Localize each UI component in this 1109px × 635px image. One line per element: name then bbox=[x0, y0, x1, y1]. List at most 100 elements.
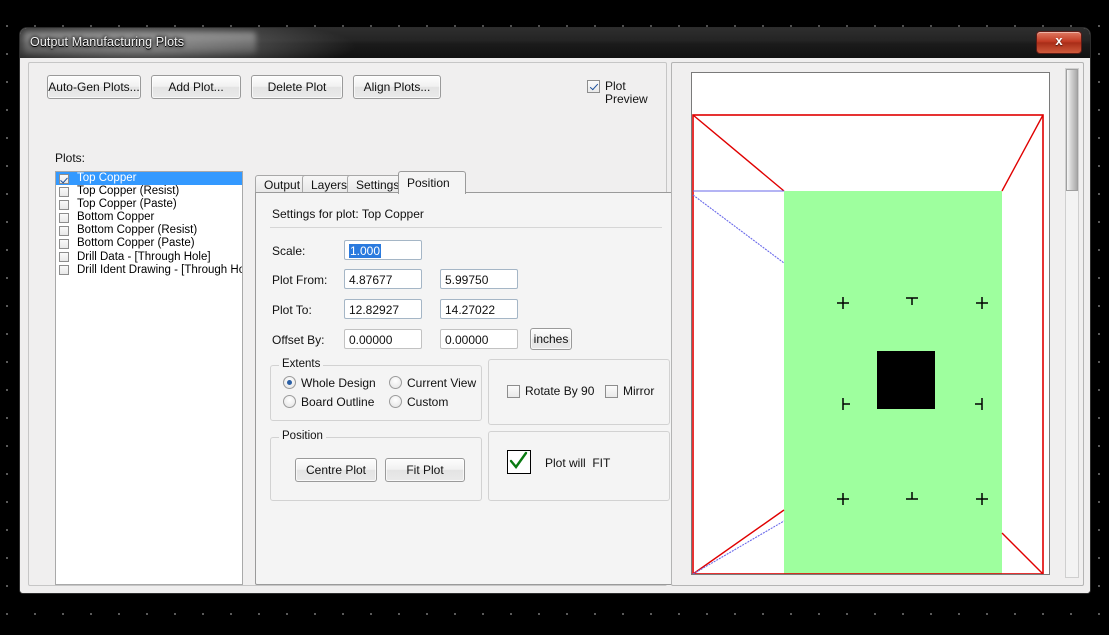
radio-board-outline[interactable]: Board Outline bbox=[283, 395, 374, 409]
position-group: Position Centre Plot Fit Plot bbox=[270, 430, 482, 501]
preview-canvas-wrap bbox=[678, 68, 1062, 578]
position-group-title: Position bbox=[279, 430, 326, 442]
radio-label: Board Outline bbox=[301, 395, 375, 409]
radio-current-view[interactable]: Current View bbox=[389, 376, 476, 390]
radio-label: Custom bbox=[407, 395, 449, 409]
diagonal-bottom-left bbox=[692, 509, 785, 574]
list-item-checkbox[interactable] bbox=[59, 173, 69, 184]
output-manufacturing-plots-window: Output Manufacturing Plots x Auto-Gen Pl… bbox=[20, 28, 1090, 593]
radio-dot bbox=[283, 376, 296, 389]
list-item[interactable]: Drill Ident Drawing - [Through Hole] bbox=[56, 264, 242, 277]
list-item-label: Bottom Copper bbox=[77, 211, 155, 224]
plot-from-label: Plot From: bbox=[272, 273, 328, 287]
checkbox-box bbox=[507, 385, 520, 398]
list-item-label: Drill Ident Drawing - [Through Hole] bbox=[77, 263, 243, 276]
list-item-label: Drill Data - [Through Hole] bbox=[77, 250, 211, 263]
plot-preview-label: Plot Preview bbox=[605, 79, 648, 106]
list-item-checkbox[interactable] bbox=[59, 186, 69, 197]
plot-from-y-input[interactable]: 5.99750 bbox=[440, 269, 518, 289]
mirror-label: Mirror bbox=[623, 384, 655, 398]
plot-to-label: Plot To: bbox=[272, 303, 312, 317]
checkbox-box bbox=[587, 80, 600, 93]
list-item[interactable]: Bottom Copper (Paste) bbox=[56, 237, 242, 250]
radio-custom[interactable]: Custom bbox=[389, 395, 448, 409]
preview-sheet bbox=[691, 72, 1050, 575]
settings-for-plot-heading: Settings for plot: Top Copper bbox=[272, 207, 424, 221]
diagonal-top-right bbox=[1001, 114, 1044, 192]
fit-status-label: Plot will FIT bbox=[545, 456, 611, 470]
tab-position[interactable]: Position bbox=[398, 171, 466, 194]
scale-value: 1.000 bbox=[349, 244, 382, 258]
extents-group-title: Extents bbox=[279, 358, 324, 370]
align-plots-button[interactable]: Align Plots... bbox=[353, 75, 441, 99]
plots-list-label: Plots: bbox=[55, 151, 86, 165]
check-icon bbox=[509, 451, 528, 469]
list-item[interactable]: Top Copper bbox=[56, 172, 242, 186]
window-client-area: Auto-Gen Plots... Add Plot... Delete Plo… bbox=[20, 58, 1090, 593]
list-item-checkbox[interactable] bbox=[59, 212, 69, 223]
list-item-checkbox[interactable] bbox=[59, 238, 69, 249]
scale-label: Scale: bbox=[272, 244, 306, 258]
rotate-by-90-checkbox[interactable]: Rotate By 90 bbox=[507, 385, 594, 398]
rotate-label: Rotate By 90 bbox=[525, 384, 595, 398]
list-item-label: Bottom Copper (Paste) bbox=[77, 237, 195, 250]
plot-from-x-input[interactable]: 4.87677 bbox=[344, 269, 422, 289]
offset-by-label: Offset By: bbox=[272, 333, 325, 347]
board-outline-diag-upper bbox=[692, 194, 785, 264]
transform-group: Rotate By 90 Mirror bbox=[488, 359, 670, 425]
pad-rect bbox=[877, 351, 935, 409]
extents-group: Extents Whole Design Current View Board … bbox=[270, 358, 482, 421]
close-button[interactable]: x bbox=[1036, 31, 1082, 54]
plot-to-y-input[interactable]: 14.27022 bbox=[440, 299, 518, 319]
board-outline-diag-lower bbox=[692, 520, 785, 574]
list-item[interactable]: Bottom Copper (Resist) bbox=[56, 224, 242, 237]
diagonal-top-left bbox=[692, 114, 785, 192]
plot-to-x-input[interactable]: 12.82927 bbox=[344, 299, 422, 319]
list-item-checkbox[interactable] bbox=[59, 265, 69, 276]
offset-x-input[interactable]: 0.00000 bbox=[344, 329, 422, 349]
mirror-checkbox[interactable]: Mirror bbox=[605, 385, 654, 398]
plot-preview-panel bbox=[671, 62, 1084, 586]
list-item-label: Bottom Copper (Resist) bbox=[77, 224, 198, 237]
fit-status-group: Plot will FIT bbox=[488, 431, 670, 501]
units-button[interactable]: inches bbox=[530, 328, 572, 350]
radio-dot bbox=[283, 395, 296, 408]
heading-divider bbox=[270, 227, 662, 228]
centre-plot-button[interactable]: Centre Plot bbox=[295, 458, 377, 482]
list-item-checkbox[interactable] bbox=[59, 225, 69, 236]
list-item-checkbox[interactable] bbox=[59, 199, 69, 210]
list-item[interactable]: Top Copper (Paste) bbox=[56, 198, 242, 211]
radio-label: Whole Design bbox=[301, 376, 376, 390]
radio-dot bbox=[389, 376, 402, 389]
add-plot-button[interactable]: Add Plot... bbox=[151, 75, 241, 99]
delete-plot-button[interactable]: Delete Plot bbox=[251, 75, 343, 99]
radio-whole-design[interactable]: Whole Design bbox=[283, 376, 376, 390]
radio-label: Current View bbox=[407, 376, 477, 390]
scale-input[interactable]: 1.000 bbox=[344, 240, 422, 260]
list-item-checkbox[interactable] bbox=[59, 252, 69, 263]
diagonal-bottom-right bbox=[1001, 532, 1044, 574]
window-titlebar: Output Manufacturing Plots x bbox=[20, 28, 1090, 58]
list-item[interactable]: Top Copper (Resist) bbox=[56, 185, 242, 198]
auto-gen-plots-button[interactable]: Auto-Gen Plots... bbox=[47, 75, 141, 99]
offset-y-input[interactable]: 0.00000 bbox=[440, 329, 518, 349]
checkbox-box bbox=[605, 385, 618, 398]
fit-plot-button[interactable]: Fit Plot bbox=[385, 458, 465, 482]
list-item-label: Top Copper (Paste) bbox=[77, 198, 177, 211]
plot-preview-checkbox[interactable]: Plot Preview bbox=[587, 80, 666, 106]
list-item-label: Top Copper (Resist) bbox=[77, 185, 180, 198]
main-panel: Auto-Gen Plots... Add Plot... Delete Plo… bbox=[28, 62, 676, 586]
position-tab-page: Settings for plot: Top Copper Scale: 1.0… bbox=[255, 192, 676, 585]
list-item[interactable]: Drill Data - [Through Hole] bbox=[56, 251, 242, 264]
preview-scrollbar[interactable] bbox=[1065, 68, 1079, 578]
tabstrip: Output Layers Settings Position bbox=[255, 171, 675, 194]
list-item-label: Top Copper bbox=[77, 172, 137, 184]
radio-dot bbox=[389, 395, 402, 408]
list-item[interactable]: Bottom Copper bbox=[56, 211, 242, 224]
plot-preview-graphic bbox=[692, 114, 1044, 574]
plots-listbox[interactable]: Top Copper Top Copper (Resist) Top Copper … bbox=[55, 171, 243, 585]
window-title: Output Manufacturing Plots bbox=[30, 35, 185, 49]
preview-scrollbar-thumb[interactable] bbox=[1066, 69, 1078, 191]
close-icon: x bbox=[1055, 33, 1063, 48]
fit-check-box bbox=[507, 450, 531, 474]
